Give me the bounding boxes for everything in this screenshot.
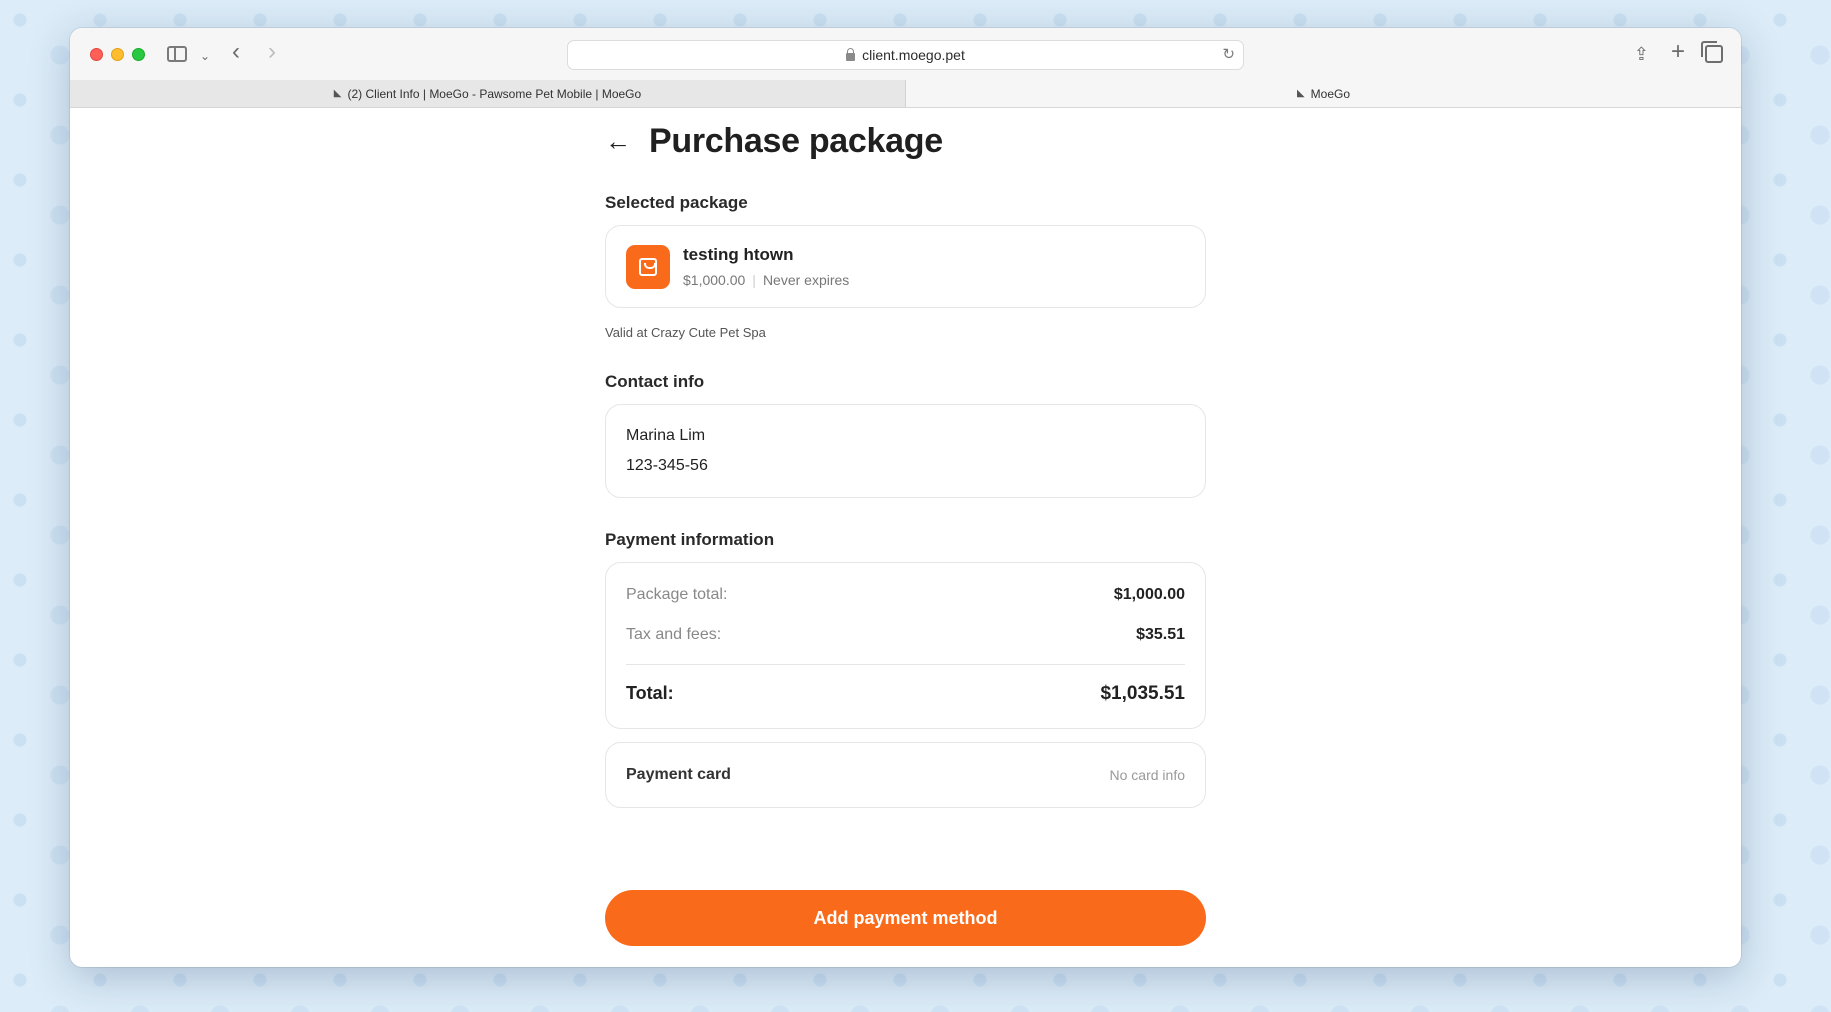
tax-row: Tax and fees: $35.51 bbox=[626, 626, 1185, 644]
new-tab-icon[interactable]: + bbox=[1671, 40, 1685, 64]
contact-name: Marina Lim bbox=[626, 427, 706, 444]
package-total-row: Package total: $1,000.00 bbox=[626, 586, 1185, 604]
package-meta: $1,000.00 | Never expires bbox=[683, 272, 849, 288]
page-title: Purchase package bbox=[649, 122, 943, 160]
sidebar-toggle-icon[interactable] bbox=[167, 46, 187, 62]
share-icon[interactable]: ⇪ bbox=[1634, 42, 1649, 66]
package-price: $1,000.00 bbox=[683, 272, 746, 288]
payment-info-heading: Payment information bbox=[605, 530, 775, 549]
moego-favicon-icon: ◣ bbox=[1296, 88, 1305, 99]
tax-value: $35.51 bbox=[1136, 626, 1185, 643]
window-controls bbox=[90, 48, 145, 61]
lock-icon bbox=[846, 48, 856, 61]
address-bar[interactable]: client.moego.pet ↻ bbox=[567, 40, 1244, 70]
contact-phone: 123-345-56 bbox=[626, 457, 708, 474]
minimize-window-button[interactable] bbox=[111, 48, 124, 61]
meta-separator: | bbox=[752, 272, 756, 288]
payment-card-status: No card info bbox=[1109, 767, 1185, 783]
add-payment-method-button[interactable]: Add payment method bbox=[605, 890, 1206, 946]
back-arrow-icon[interactable]: ← bbox=[605, 126, 649, 157]
contact-card: Marina Lim 123-345-56 bbox=[605, 404, 1206, 498]
moego-favicon-icon: ◣ bbox=[333, 88, 342, 99]
chevron-down-icon[interactable]: ⌄ bbox=[200, 44, 210, 68]
tab-label: MoeGo bbox=[1310, 86, 1351, 101]
total-label: Total: bbox=[626, 683, 674, 703]
tab-moego[interactable]: ◣ MoeGo bbox=[906, 80, 1741, 107]
total-value: $1,035.51 bbox=[1100, 683, 1185, 704]
reload-icon[interactable]: ↻ bbox=[1222, 45, 1235, 63]
tab-strip: ◣ (2) Client Info | MoeGo - Pawsome Pet … bbox=[70, 80, 1741, 108]
package-expiry: Never expires bbox=[762, 272, 850, 288]
browser-forward-icon[interactable]: › bbox=[268, 40, 276, 64]
payment-card-row[interactable]: Payment card No card info bbox=[605, 742, 1206, 808]
url-text: client.moego.pet bbox=[862, 47, 965, 63]
package-total-value: $1,000.00 bbox=[1113, 586, 1185, 603]
tab-client-info[interactable]: ◣ (2) Client Info | MoeGo - Pawsome Pet … bbox=[70, 80, 906, 107]
package-card: testing htown $1,000.00 | Never expires bbox=[605, 225, 1206, 308]
page-viewport: ← Purchase package Selected package test… bbox=[70, 108, 1741, 967]
browser-window: ⌄ ‹ › client.moego.pet ↻ ⇪ + ◣ (2) Clien… bbox=[70, 28, 1741, 967]
package-badge bbox=[626, 245, 670, 289]
tab-label: (2) Client Info | MoeGo - Pawsome Pet Mo… bbox=[347, 86, 642, 101]
shopping-bag-icon bbox=[639, 258, 657, 276]
package-name: testing htown bbox=[683, 245, 794, 264]
total-row: Total: $1,035.51 bbox=[626, 683, 1185, 705]
maximize-window-button[interactable] bbox=[132, 48, 145, 61]
close-window-button[interactable] bbox=[90, 48, 103, 61]
page-header: ← Purchase package bbox=[605, 122, 943, 161]
browser-back-icon[interactable]: ‹ bbox=[232, 40, 240, 64]
valid-location-text: Valid at Crazy Cute Pet Spa bbox=[605, 325, 766, 340]
payment-card-label: Payment card bbox=[626, 766, 731, 783]
contact-info-heading: Contact info bbox=[605, 372, 705, 391]
selected-package-heading: Selected package bbox=[605, 193, 748, 212]
summary-divider bbox=[626, 664, 1185, 665]
tab-overview-icon[interactable] bbox=[1701, 41, 1723, 63]
payment-summary-card: Package total: $1,000.00 Tax and fees: $… bbox=[605, 562, 1206, 729]
tax-label: Tax and fees: bbox=[626, 626, 722, 643]
package-total-label: Package total: bbox=[626, 586, 728, 603]
browser-toolbar: ⌄ ‹ › client.moego.pet ↻ ⇪ + bbox=[70, 28, 1741, 80]
